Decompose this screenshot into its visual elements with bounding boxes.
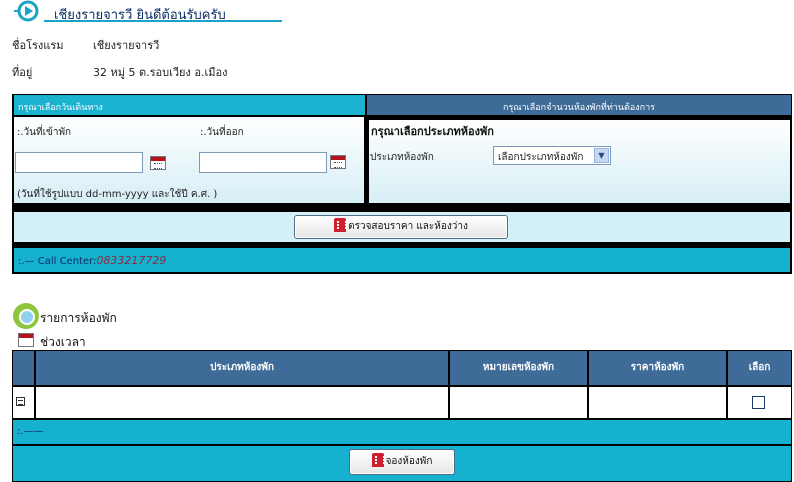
- magnifier-icon: [13, 303, 39, 329]
- book-room-label: จองห้องพัก: [385, 456, 433, 467]
- call-center-phone: 0833217729: [96, 254, 167, 267]
- room-type-label: ประเภทห้องพัก: [370, 152, 434, 163]
- arrow-circle-icon: [14, 0, 39, 22]
- checkout-calendar-icon[interactable]: [330, 155, 346, 169]
- call-center-label: :.— Call Center:: [18, 256, 97, 267]
- room-list-title: รายการห้องพัก: [40, 311, 117, 325]
- hotel-name-value: เชียงรายจารวี: [93, 39, 160, 52]
- room-number-cell: [450, 387, 587, 418]
- room-type-selected-value: เลือกประเภทห้องพัก: [498, 152, 584, 163]
- address-value: 32 หมู่ 5 ต.รอบเวียง อ.เมือง: [93, 66, 228, 79]
- building-icon: [334, 218, 348, 232]
- check-availability-label: ตรวจสอบราคา และห้องว่าง: [348, 221, 468, 232]
- calendar-icon: [18, 333, 34, 347]
- checkin-label: :.วันที่เข้าพัก: [17, 127, 72, 138]
- check-availability-button[interactable]: ตรวจสอบราคา และห้องว่าง: [294, 215, 508, 239]
- travel-date-header: กรุณาเลือกวันเดินทาง: [14, 95, 365, 115]
- room-type-select[interactable]: เลือกประเภทห้องพัก ▼: [493, 146, 611, 165]
- chevron-down-icon[interactable]: ▼: [594, 148, 609, 163]
- date-format-hint: (วันที่ใช้รูปแบบ dd-mm-yyyy และใช้ปี ค.ศ…: [17, 189, 218, 200]
- column-room-price: ราคาห้องพัก: [589, 351, 726, 385]
- row-detail-icon[interactable]: [16, 397, 25, 406]
- page-header: เชียงรายจารวี ยินดีต้อนรับครับ: [12, 0, 282, 26]
- room-type-title: กรุณาเลือกประเภทห้องพัก: [371, 125, 494, 138]
- column-room-number: หมายเลขห้องพัก: [450, 351, 587, 385]
- room-count-header: กรุณาเลือกจำนวนห้องพักที่ท่านต้องการ: [367, 95, 791, 115]
- address-label: ที่อยู่: [12, 66, 33, 79]
- room-select-checkbox[interactable]: [752, 396, 765, 409]
- column-select: เลือก: [728, 351, 791, 385]
- select-cell: [728, 387, 791, 418]
- checkout-date-input[interactable]: [199, 152, 327, 173]
- building-icon: [371, 453, 385, 467]
- table-header-blank: [13, 351, 34, 385]
- book-room-button[interactable]: จองห้องพัก: [349, 449, 455, 475]
- hotel-name-label: ชื่อโรงแรม: [12, 39, 64, 52]
- table-footer-bar: :.——: [13, 420, 791, 444]
- call-center-bar: :.— Call Center:0833217729: [14, 248, 790, 272]
- checkout-label: :.วันที่ออก: [200, 127, 244, 138]
- column-room-type: ประเภทห้องพัก: [36, 351, 448, 385]
- checkin-calendar-icon[interactable]: [150, 156, 166, 170]
- room-type-cell: [36, 387, 448, 418]
- room-price-cell: [589, 387, 726, 418]
- title-underline: [44, 20, 282, 22]
- checkin-date-input[interactable]: [15, 152, 143, 173]
- table-row: [13, 387, 34, 418]
